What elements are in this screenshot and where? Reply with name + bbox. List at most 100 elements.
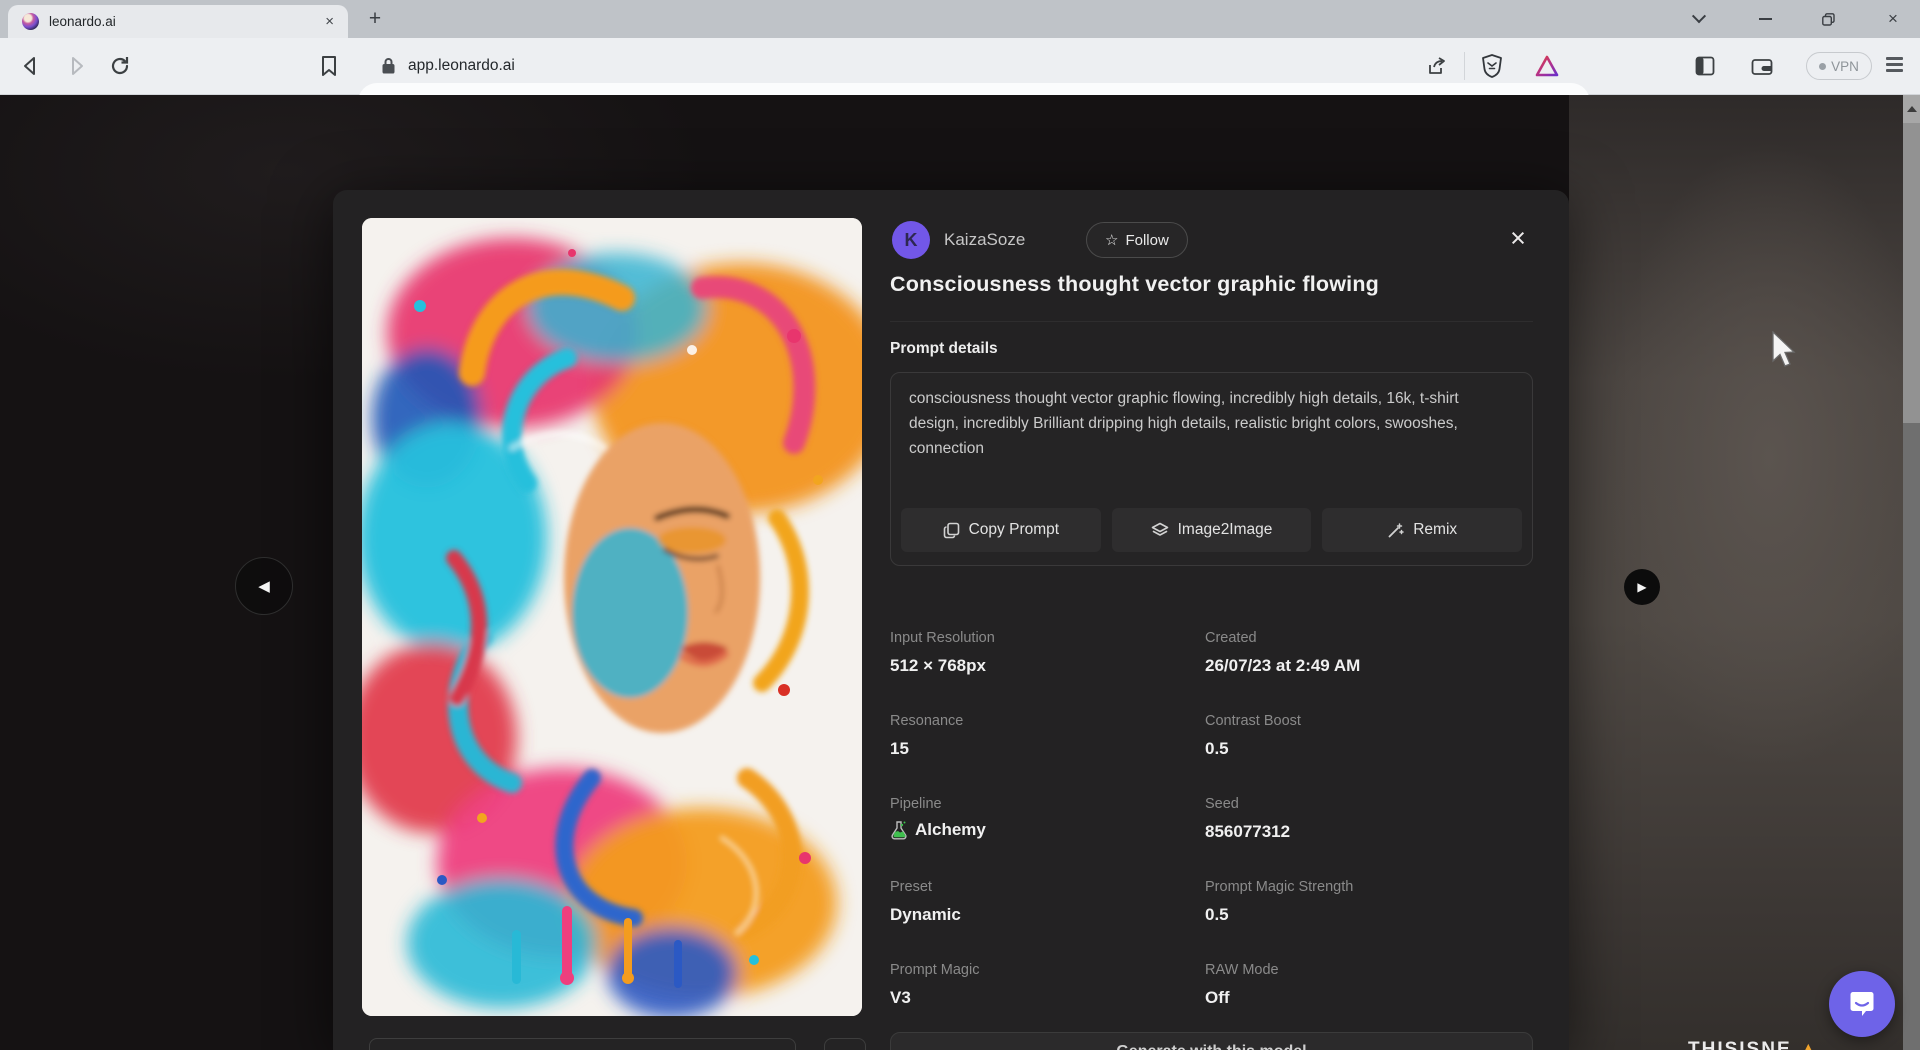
watermark-partial: THISISNE ▲ <box>1688 1039 1820 1050</box>
detail-label-input-resolution: Input Resolution <box>890 630 995 646</box>
prev-arrow-icon: ◀ <box>258 577 270 595</box>
window-close-button[interactable]: × <box>1878 0 1908 38</box>
tab-title: leonardo.ai <box>49 14 116 29</box>
hamburger-icon <box>1886 57 1903 60</box>
detail-value-prompt-magic: V3 <box>890 988 911 1008</box>
follow-button[interactable]: ☆ Follow <box>1086 222 1188 258</box>
chevron-down-icon <box>1692 9 1706 23</box>
prompt-text: consciousness thought vector graphic flo… <box>909 386 1509 461</box>
toolbar-divider <box>1464 52 1465 80</box>
username[interactable]: KaizaSoze <box>944 230 1025 250</box>
avatar[interactable]: K <box>892 221 930 259</box>
leonardo-favicon-icon <box>22 13 39 30</box>
detail-value-prompt-magic-strength: 0.5 <box>1205 905 1229 925</box>
star-icon: ☆ <box>1105 231 1118 249</box>
copy-icon <box>943 522 960 539</box>
detail-value-contrast-boost: 0.5 <box>1205 739 1229 759</box>
detail-label-contrast-boost: Contrast Boost <box>1205 713 1301 729</box>
detail-value-created: 26/07/23 at 2:49 AM <box>1205 656 1360 676</box>
artwork-image[interactable] <box>362 218 862 1016</box>
pipeline-value-text: Alchemy <box>915 820 986 840</box>
tab-strip: leonardo.ai × + × <box>0 0 1920 38</box>
remix-label: Remix <box>1413 521 1457 539</box>
copy-prompt-button[interactable]: Copy Prompt <box>901 508 1101 552</box>
scroll-up-arrow-icon <box>1907 106 1917 112</box>
reload-button[interactable] <box>104 50 136 82</box>
detail-value-pipeline: Alchemy <box>890 820 986 840</box>
brave-shield-icon <box>1481 54 1503 78</box>
partial-small-box <box>824 1038 866 1050</box>
bookmark-icon <box>320 55 338 77</box>
prompt-box: consciousness thought vector graphic flo… <box>890 372 1533 566</box>
detail-value-preset: Dynamic <box>890 905 961 925</box>
minimize-icon <box>1759 18 1772 20</box>
wallet-button[interactable] <box>1746 50 1778 82</box>
back-icon <box>20 55 42 77</box>
minimize-button[interactable] <box>1750 0 1780 38</box>
detail-label-seed: Seed <box>1205 796 1239 812</box>
brave-rewards-button[interactable] <box>1531 50 1563 82</box>
detail-label-raw-mode: RAW Mode <box>1205 962 1279 978</box>
share-icon <box>1426 55 1448 77</box>
support-chat-button[interactable] <box>1829 971 1895 1037</box>
vpn-button[interactable]: VPN <box>1806 52 1872 80</box>
detail-label-resonance: Resonance <box>890 713 963 729</box>
lock-button[interactable] <box>372 50 404 82</box>
bat-triangle-icon <box>1535 55 1559 77</box>
detail-value-seed: 856077312 <box>1205 822 1290 842</box>
mouse-cursor <box>1771 331 1801 378</box>
forward-button[interactable] <box>60 50 92 82</box>
detail-label-pipeline: Pipeline <box>890 796 942 812</box>
browser-tab[interactable]: leonardo.ai × <box>8 5 348 38</box>
tab-search-button[interactable] <box>1684 0 1714 38</box>
detail-value-resonance: 15 <box>890 739 909 759</box>
restore-icon <box>1822 13 1835 26</box>
chat-bubble-icon <box>1847 989 1877 1019</box>
alchemy-flask-icon <box>890 820 908 840</box>
title-divider <box>890 321 1533 322</box>
prompt-details-heading: Prompt details <box>890 340 998 358</box>
restore-button[interactable] <box>1813 0 1843 38</box>
share-button[interactable] <box>1421 50 1453 82</box>
wand-icon <box>1387 522 1404 539</box>
prompt-actions: Copy Prompt Image2Image Remix <box>901 508 1522 552</box>
back-button[interactable] <box>15 50 47 82</box>
lock-icon <box>381 57 396 75</box>
detail-label-prompt-magic: Prompt Magic <box>890 962 979 978</box>
generate-with-model-button[interactable]: Generate with this model <box>890 1032 1533 1050</box>
detail-label-preset: Preset <box>890 879 932 895</box>
scrollbar-up-button[interactable] <box>1903 95 1920 123</box>
next-image-button[interactable]: ▶ <box>1624 569 1660 605</box>
detail-label-created: Created <box>1205 630 1257 646</box>
tab-close-icon[interactable]: × <box>325 13 334 30</box>
screen: leonardo.ai × + × app.leonardo.ai <box>0 0 1920 1050</box>
flame-icon: ▲ <box>1799 1039 1820 1050</box>
reload-icon <box>109 55 131 77</box>
brave-shields-button[interactable] <box>1476 50 1508 82</box>
remix-button[interactable]: Remix <box>1322 508 1522 552</box>
url-text[interactable]: app.leonardo.ai <box>408 57 515 75</box>
follow-label: Follow <box>1125 232 1168 249</box>
image2image-label: Image2Image <box>1178 521 1273 539</box>
partial-toolbar-box <box>369 1038 796 1050</box>
blurred-background-panel <box>1569 95 1903 1050</box>
image2image-button[interactable]: Image2Image <box>1112 508 1312 552</box>
generation-title: Consciousness thought vector graphic flo… <box>890 272 1535 297</box>
detail-value-raw-mode: Off <box>1205 988 1230 1008</box>
copy-prompt-label: Copy Prompt <box>969 521 1059 539</box>
detail-label-prompt-magic-strength: Prompt Magic Strength <box>1205 879 1353 895</box>
sidebar-panel-icon <box>1695 56 1715 76</box>
menu-button[interactable] <box>1886 57 1903 76</box>
previous-image-button[interactable]: ◀ <box>235 557 293 615</box>
modal-close-button[interactable]: × <box>1498 218 1538 258</box>
detail-value-input-resolution: 512 × 768px <box>890 656 986 676</box>
vpn-label: VPN <box>1831 59 1859 74</box>
sidebar-button[interactable] <box>1689 50 1721 82</box>
scrollbar-thumb[interactable] <box>1903 123 1920 423</box>
page-scrollbar[interactable] <box>1903 95 1920 1050</box>
forward-icon <box>65 55 87 77</box>
layers-icon <box>1151 522 1169 539</box>
vpn-status-dot-icon <box>1819 63 1826 70</box>
new-tab-button[interactable]: + <box>362 4 388 34</box>
bookmarks-button[interactable] <box>313 50 345 82</box>
